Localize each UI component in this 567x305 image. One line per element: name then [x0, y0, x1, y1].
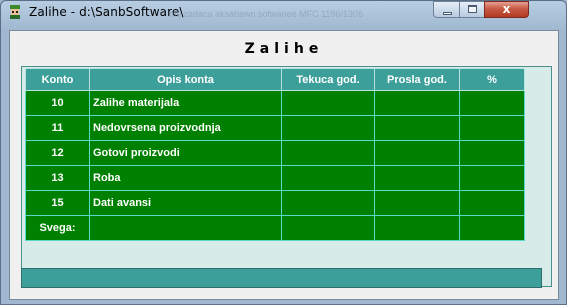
app-icon[interactable] [7, 4, 23, 20]
tekuca-cell[interactable] [281, 190, 375, 216]
opis-cell[interactable]: Dati avansi [89, 190, 282, 216]
tekuca-total-cell[interactable] [281, 215, 375, 241]
column-header-percent[interactable]: % [459, 68, 525, 91]
column-header-prosla-god[interactable]: Prosla god. [374, 68, 460, 91]
form-heading: Zalihe [244, 41, 324, 57]
opis-cell[interactable]: Gotovi proizvodi [89, 140, 282, 166]
table-row[interactable]: 13 Roba [25, 165, 525, 191]
prosla-total-cell[interactable] [374, 215, 460, 241]
konto-cell[interactable]: 12 [25, 140, 90, 166]
column-header-opis-konta[interactable]: Opis konta [89, 68, 282, 91]
prosla-cell[interactable] [374, 115, 460, 141]
background-window-title: mtj zadaca aksabawn sofwanee MFC 1196/13… [169, 9, 363, 19]
opis-cell[interactable] [89, 215, 282, 241]
table-row[interactable]: 10 Zalihe materijala [25, 90, 525, 116]
table-row[interactable]: 11 Nedovrsena proizvodnja [25, 115, 525, 141]
percent-cell[interactable] [459, 90, 525, 116]
grid-panel: Konto Opis konta Tekuca god. Prosla god.… [21, 66, 552, 287]
tekuca-cell[interactable] [281, 90, 375, 116]
total-row[interactable]: Svega: [25, 215, 525, 241]
percent-cell[interactable] [459, 115, 525, 141]
tekuca-cell[interactable] [281, 115, 375, 141]
prosla-cell[interactable] [374, 190, 460, 216]
percent-cell[interactable] [459, 140, 525, 166]
minimize-icon [443, 12, 452, 15]
table-row[interactable]: 12 Gotovi proizvodi [25, 140, 525, 166]
percent-cell[interactable] [459, 165, 525, 191]
opis-cell[interactable]: Nedovrsena proizvodnja [89, 115, 282, 141]
prosla-cell[interactable] [374, 90, 460, 116]
konto-cell[interactable]: 11 [25, 115, 90, 141]
total-label-cell: Svega: [25, 215, 90, 241]
column-header-tekuca-god[interactable]: Tekuca god. [281, 68, 375, 91]
konto-cell[interactable]: 15 [25, 190, 90, 216]
close-button[interactable]: x [484, 1, 529, 18]
column-header-konto[interactable]: Konto [25, 68, 90, 91]
opis-cell[interactable]: Roba [89, 165, 282, 191]
table-row[interactable]: 15 Dati avansi [25, 190, 525, 216]
minimize-button[interactable] [433, 1, 460, 18]
percent-total-cell[interactable] [459, 215, 525, 241]
percent-cell[interactable] [459, 190, 525, 216]
konto-cell[interactable]: 10 [25, 90, 90, 116]
close-icon: x [502, 2, 511, 16]
inventory-grid: Konto Opis konta Tekuca god. Prosla god.… [25, 68, 525, 241]
window-title: Zalihe - d:\SanbSoftware\ [29, 5, 184, 19]
tekuca-cell[interactable] [281, 140, 375, 166]
title-bar[interactable]: Zalihe - d:\SanbSoftware\ mtj zadaca aks… [1, 1, 566, 25]
app-window: Zalihe - d:\SanbSoftware\ mtj zadaca aks… [0, 0, 567, 305]
maximize-button[interactable] [459, 1, 485, 18]
opis-cell[interactable]: Zalihe materijala [89, 90, 282, 116]
grid-header-row: Konto Opis konta Tekuca god. Prosla god.… [25, 68, 525, 91]
prosla-cell[interactable] [374, 165, 460, 191]
prosla-cell[interactable] [374, 140, 460, 166]
konto-cell[interactable]: 13 [25, 165, 90, 191]
form-client-area: Zalihe Konto Opis konta Tekuca god. Pros… [9, 30, 559, 300]
status-bar [21, 268, 542, 288]
maximize-icon [468, 5, 477, 13]
tekuca-cell[interactable] [281, 165, 375, 191]
